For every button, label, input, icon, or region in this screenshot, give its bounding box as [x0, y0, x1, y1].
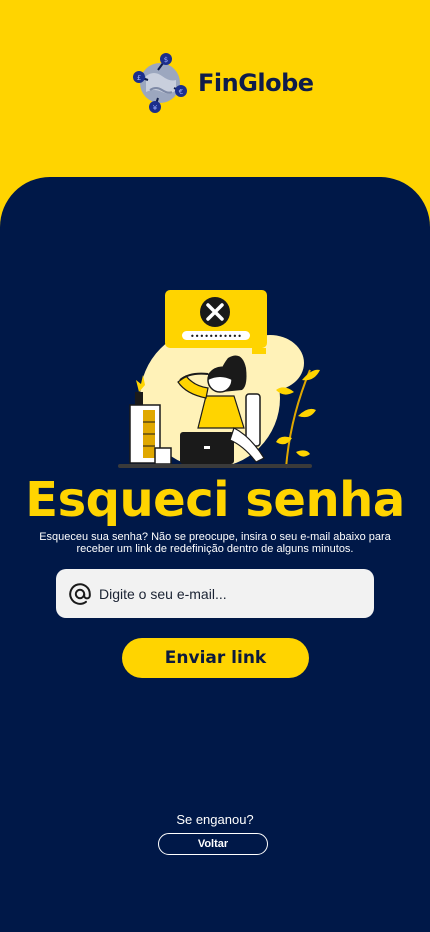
- page-subtitle: Esqueceu sua senha? Não se preocupe, ins…: [39, 531, 391, 555]
- masked-password-text: •••••••••••: [190, 332, 242, 341]
- svg-text:¥: ¥: [153, 104, 158, 112]
- logo: $ £ € ¥ FinGlobe: [128, 50, 314, 116]
- header: $ £ € ¥ FinGlobe: [0, 0, 430, 190]
- mistake-text: Se enganou?: [176, 812, 254, 827]
- svg-text:€: €: [179, 88, 183, 96]
- email-input[interactable]: [97, 584, 361, 603]
- svg-text:£: £: [137, 74, 141, 82]
- page-title: Esqueci senha: [25, 472, 405, 528]
- at-icon: [69, 582, 91, 605]
- forgot-password-illustration: •••••••••••: [110, 288, 320, 475]
- back-button[interactable]: Voltar: [158, 833, 268, 855]
- email-field[interactable]: [56, 569, 374, 618]
- send-link-button[interactable]: Enviar link: [122, 638, 309, 678]
- brand-name: FinGlobe: [198, 69, 314, 97]
- svg-text:$: $: [164, 56, 168, 64]
- globe-logo-icon: $ £ € ¥: [133, 53, 187, 113]
